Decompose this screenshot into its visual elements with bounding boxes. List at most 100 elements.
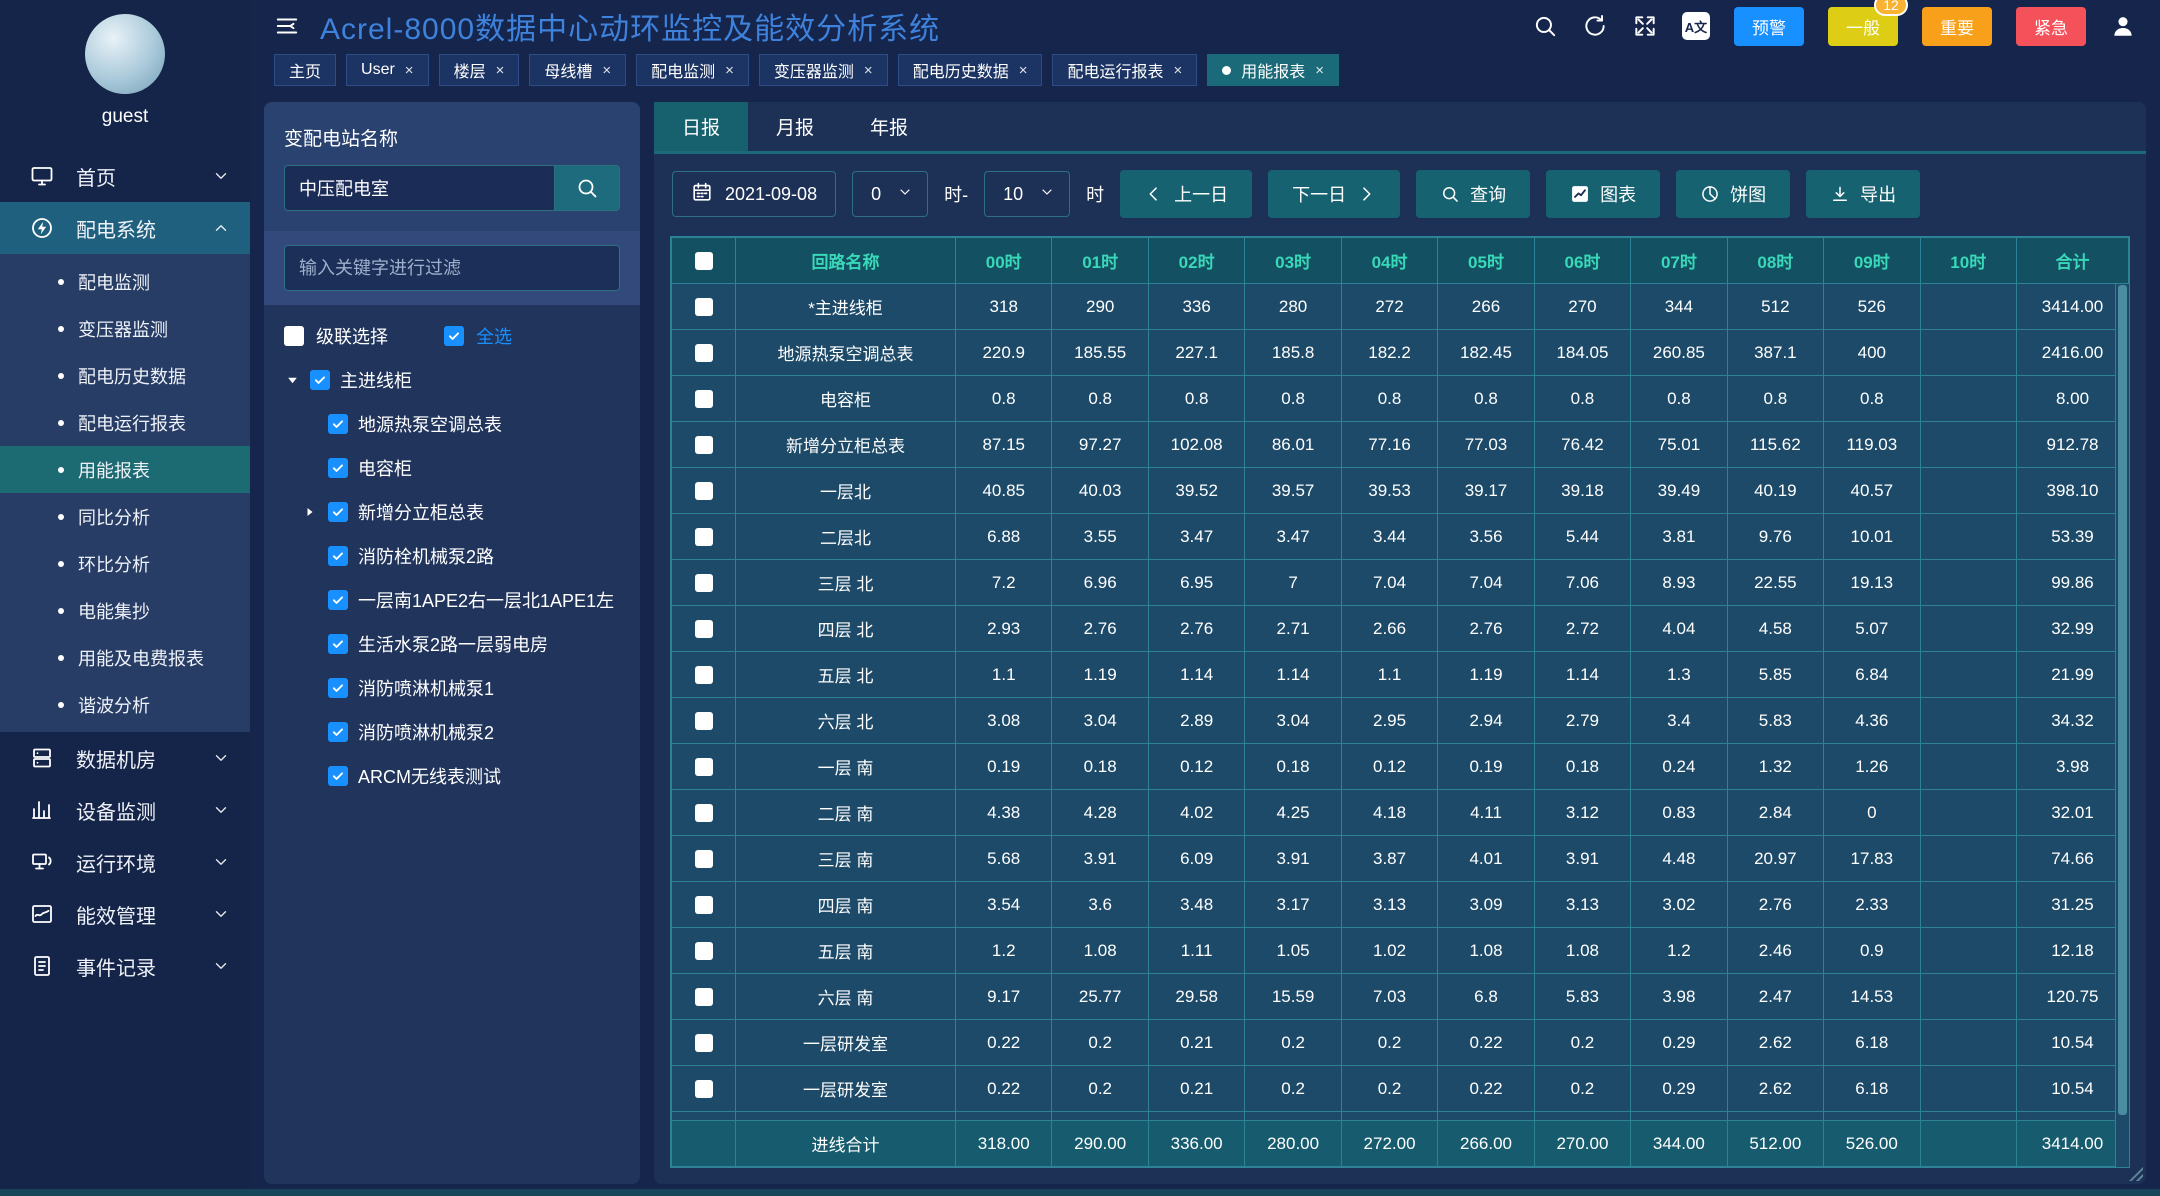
bottom-scrollbar[interactable] <box>0 1189 2160 1196</box>
close-icon[interactable]: × <box>1173 62 1182 79</box>
tree-checkbox[interactable] <box>328 414 348 434</box>
row-checkbox[interactable] <box>695 620 713 638</box>
tree-node-消防栓机械泵2路[interactable]: 消防栓机械泵2路 <box>328 537 620 575</box>
row-checkbox[interactable] <box>695 804 713 822</box>
sidebar-subitem-配电监测[interactable]: 配电监测 <box>0 258 250 305</box>
tree-node-主进线柜[interactable]: 主进线柜 <box>284 367 620 393</box>
row-checkbox[interactable] <box>695 1034 713 1052</box>
tree-checkbox[interactable] <box>328 590 348 610</box>
cascade-checkbox[interactable] <box>284 326 304 346</box>
tab-配电运行报表[interactable]: 配电运行报表× <box>1052 54 1197 86</box>
date-picker[interactable]: 2021-09-08 <box>672 171 836 217</box>
tree-node-生活水泵2路一层弱电房[interactable]: 生活水泵2路一层弱电房 <box>328 625 620 663</box>
station-search-button[interactable] <box>554 165 620 211</box>
avatar[interactable] <box>85 14 165 94</box>
alert-button-important[interactable]: 重要 <box>1922 7 1992 46</box>
tab-配电历史数据[interactable]: 配电历史数据× <box>898 54 1043 86</box>
sidebar-subitem-用能及电费报表[interactable]: 用能及电费报表 <box>0 634 250 681</box>
tab-楼层[interactable]: 楼层× <box>439 54 520 86</box>
tree-node-电容柜[interactable]: 电容柜 <box>328 449 620 487</box>
select-all-rows-checkbox[interactable] <box>695 252 713 270</box>
tab-主页[interactable]: 主页 <box>274 54 336 86</box>
row-checkbox[interactable] <box>695 436 713 454</box>
sidebar-subitem-电能集抄[interactable]: 电能集抄 <box>0 587 250 634</box>
tab-用能报表[interactable]: 用能报表× <box>1207 54 1339 86</box>
tree-checkbox[interactable] <box>310 370 330 390</box>
tree-node-消防喷淋机械泵2[interactable]: 消防喷淋机械泵2 <box>328 713 620 751</box>
sidebar-subitem-配电历史数据[interactable]: 配电历史数据 <box>0 352 250 399</box>
row-checkbox[interactable] <box>695 666 713 684</box>
sidebar-item-device-monitor[interactable]: 设备监测 <box>0 784 250 836</box>
alert-button-general[interactable]: 一般12 <box>1828 7 1898 46</box>
close-icon[interactable]: × <box>405 62 414 79</box>
refresh-icon[interactable] <box>1582 13 1608 39</box>
select-all-label[interactable]: 全选 <box>476 323 512 349</box>
row-checkbox[interactable] <box>695 574 713 592</box>
sidebar-item-data-room[interactable]: 数据机房 <box>0 732 250 784</box>
report-tab-年报[interactable]: 年报 <box>842 102 936 151</box>
sidebar-item-events[interactable]: 事件记录 <box>0 940 250 992</box>
report-tab-日报[interactable]: 日报 <box>654 102 748 151</box>
tab-变压器监测[interactable]: 变压器监测× <box>759 54 888 86</box>
close-icon[interactable]: × <box>602 62 611 79</box>
tree-node-ARCM无线表测试[interactable]: ARCM无线表测试 <box>328 757 620 795</box>
row-checkbox[interactable] <box>695 896 713 914</box>
user-icon[interactable] <box>2110 13 2136 39</box>
sidebar-item-energy[interactable]: 能效管理 <box>0 888 250 940</box>
sidebar-subitem-用能报表[interactable]: 用能报表 <box>0 446 250 493</box>
row-checkbox[interactable] <box>695 850 713 868</box>
tree-checkbox[interactable] <box>328 766 348 786</box>
pie-button[interactable]: 饼图 <box>1676 170 1790 218</box>
sidebar-subitem-同比分析[interactable]: 同比分析 <box>0 493 250 540</box>
query-button[interactable]: 查询 <box>1416 170 1530 218</box>
row-checkbox[interactable] <box>695 482 713 500</box>
tree-checkbox[interactable] <box>328 502 348 522</box>
tree-node-一层南1APE2右一层北1APE1左[interactable]: 一层南1APE2右一层北1APE1左 <box>328 581 620 619</box>
table-scrollbar[interactable] <box>2115 284 2129 1167</box>
sidebar-subitem-变压器监测[interactable]: 变压器监测 <box>0 305 250 352</box>
tree-checkbox[interactable] <box>328 634 348 654</box>
close-icon[interactable]: × <box>1019 62 1028 79</box>
sidebar-subitem-谐波分析[interactable]: 谐波分析 <box>0 681 250 728</box>
tree-checkbox[interactable] <box>328 678 348 698</box>
row-checkbox[interactable] <box>695 712 713 730</box>
row-checkbox[interactable] <box>695 988 713 1006</box>
sidebar-subitem-配电运行报表[interactable]: 配电运行报表 <box>0 399 250 446</box>
row-checkbox[interactable] <box>695 298 713 316</box>
tab-配电监测[interactable]: 配电监测× <box>636 54 749 86</box>
close-icon[interactable]: × <box>496 62 505 79</box>
tree-checkbox[interactable] <box>328 722 348 742</box>
row-checkbox[interactable] <box>695 942 713 960</box>
tab-母线槽[interactable]: 母线槽× <box>529 54 626 86</box>
caret-down-icon[interactable] <box>284 374 300 387</box>
sidebar-item-home[interactable]: 首页 <box>0 150 250 202</box>
tree-checkbox[interactable] <box>328 546 348 566</box>
hour-from-select[interactable]: 0 <box>852 171 928 217</box>
close-icon[interactable]: × <box>1315 62 1324 79</box>
row-checkbox[interactable] <box>695 390 713 408</box>
sidebar-subitem-环比分析[interactable]: 环比分析 <box>0 540 250 587</box>
close-icon[interactable]: × <box>725 62 734 79</box>
row-checkbox[interactable] <box>695 1080 713 1098</box>
fullscreen-icon[interactable] <box>1632 13 1658 39</box>
search-icon[interactable] <box>1532 13 1558 39</box>
tree-node-地源热泵空调总表[interactable]: 地源热泵空调总表 <box>328 405 620 443</box>
select-all-checkbox[interactable] <box>444 326 464 346</box>
tree-checkbox[interactable] <box>328 458 348 478</box>
row-checkbox[interactable] <box>695 344 713 362</box>
tree-node-消防喷淋机械泵1[interactable]: 消防喷淋机械泵1 <box>328 669 620 707</box>
hour-to-select[interactable]: 10 <box>984 171 1070 217</box>
chart-button[interactable]: 图表 <box>1546 170 1660 218</box>
tab-User[interactable]: User× <box>346 54 429 86</box>
export-button[interactable]: 导出 <box>1806 170 1920 218</box>
menu-toggle-icon[interactable] <box>274 13 300 39</box>
row-checkbox[interactable] <box>695 758 713 776</box>
caret-right-icon[interactable] <box>302 506 318 518</box>
station-input[interactable] <box>284 165 554 211</box>
alert-button-urgent[interactable]: 紧急 <box>2016 7 2086 46</box>
table-scrollbar-thumb[interactable] <box>2118 285 2127 1115</box>
prev-day-button[interactable]: 上一日 <box>1120 170 1252 218</box>
keyword-filter-input[interactable] <box>284 245 620 291</box>
next-day-button[interactable]: 下一日 <box>1268 170 1400 218</box>
report-tab-月报[interactable]: 月报 <box>748 102 842 151</box>
